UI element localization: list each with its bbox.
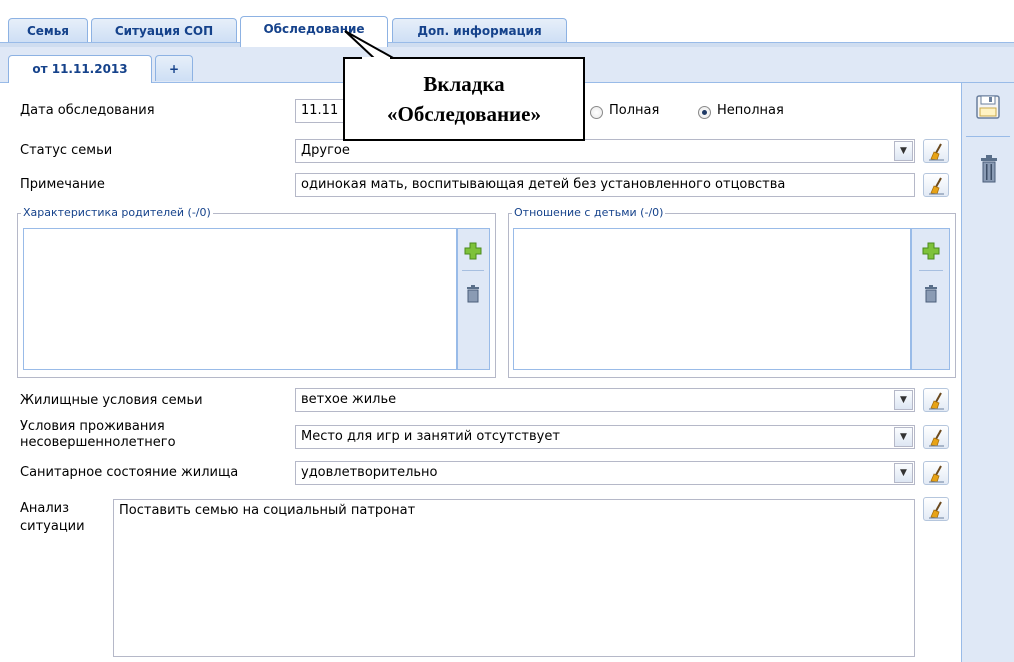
analysis-label-line1: Анализ [20,501,70,516]
tab-situation-sop[interactable]: Ситуация СОП [91,18,237,42]
sanitary-label: Санитарное состояние жилища [20,465,239,480]
clear-housing-button[interactable] [923,388,949,412]
chevron-down-icon[interactable]: ▼ [894,141,913,161]
housing-label: Жилищные условия семьи [20,393,203,408]
analysis-label-line2: ситуации [20,519,85,534]
radio-partial-label: Неполная [717,103,784,118]
radio-partial[interactable] [698,106,711,119]
clear-note-button[interactable] [923,173,949,197]
parents-legend: Характеристика родителей (-/0) [21,206,213,219]
clear-analysis-button[interactable] [923,497,949,521]
living-label-line2: несовершеннолетнего [20,435,176,450]
children-separator [919,270,943,271]
clear-living-button[interactable] [923,425,949,449]
add-icon[interactable] [922,242,940,260]
delete-icon[interactable] [467,285,479,303]
chevron-down-icon[interactable]: ▼ [894,463,913,483]
callout-line2: «Обследование» [387,102,541,126]
clear-sanitary-button[interactable] [923,461,949,485]
living-select[interactable]: Место для игр и занятий отсутствует [295,425,915,449]
children-legend: Отношение с детьми (-/0) [512,206,666,219]
tab-family[interactable]: Семья [8,18,88,42]
callout-box: Вкладка «Обследование» [343,57,585,141]
clear-family-status-button[interactable] [923,139,949,163]
note-label: Примечание [20,177,105,192]
chevron-down-icon[interactable]: ▼ [894,390,913,410]
sanitary-select[interactable]: удовлетворительно [295,461,915,485]
callout-pointer-join [362,57,390,60]
subtab-add-button[interactable]: + [155,55,193,81]
parents-separator [462,270,484,271]
radio-full-label: Полная [609,103,660,118]
delete-icon[interactable] [925,285,937,303]
delete-icon[interactable] [979,154,999,184]
exam-date-label: Дата обследования [20,103,155,118]
analysis-textarea[interactable]: Поставить семью на социальный патронат [113,499,915,657]
parents-list[interactable] [23,228,457,370]
children-list[interactable] [513,228,911,370]
radio-full[interactable] [590,106,603,119]
living-label-line1: Условия проживания [20,419,165,434]
subtab-exam-date[interactable]: от 11.11.2013 [8,55,152,83]
family-status-select[interactable]: Другое [295,139,915,163]
callout-line1: Вкладка [423,72,505,96]
analysis-text: Поставить семью на социальный патронат [119,503,416,518]
chevron-down-icon[interactable]: ▼ [894,427,913,447]
family-status-label: Статус семьи [20,143,113,158]
save-icon[interactable] [975,94,1001,120]
housing-select[interactable]: ветхое жилье [295,388,915,412]
add-icon[interactable] [464,242,482,260]
toolbar-separator [966,136,1010,137]
note-input[interactable]: одинокая мать, воспитывающая детей без у… [295,173,915,197]
tab-additional-info[interactable]: Доп. информация [392,18,567,42]
